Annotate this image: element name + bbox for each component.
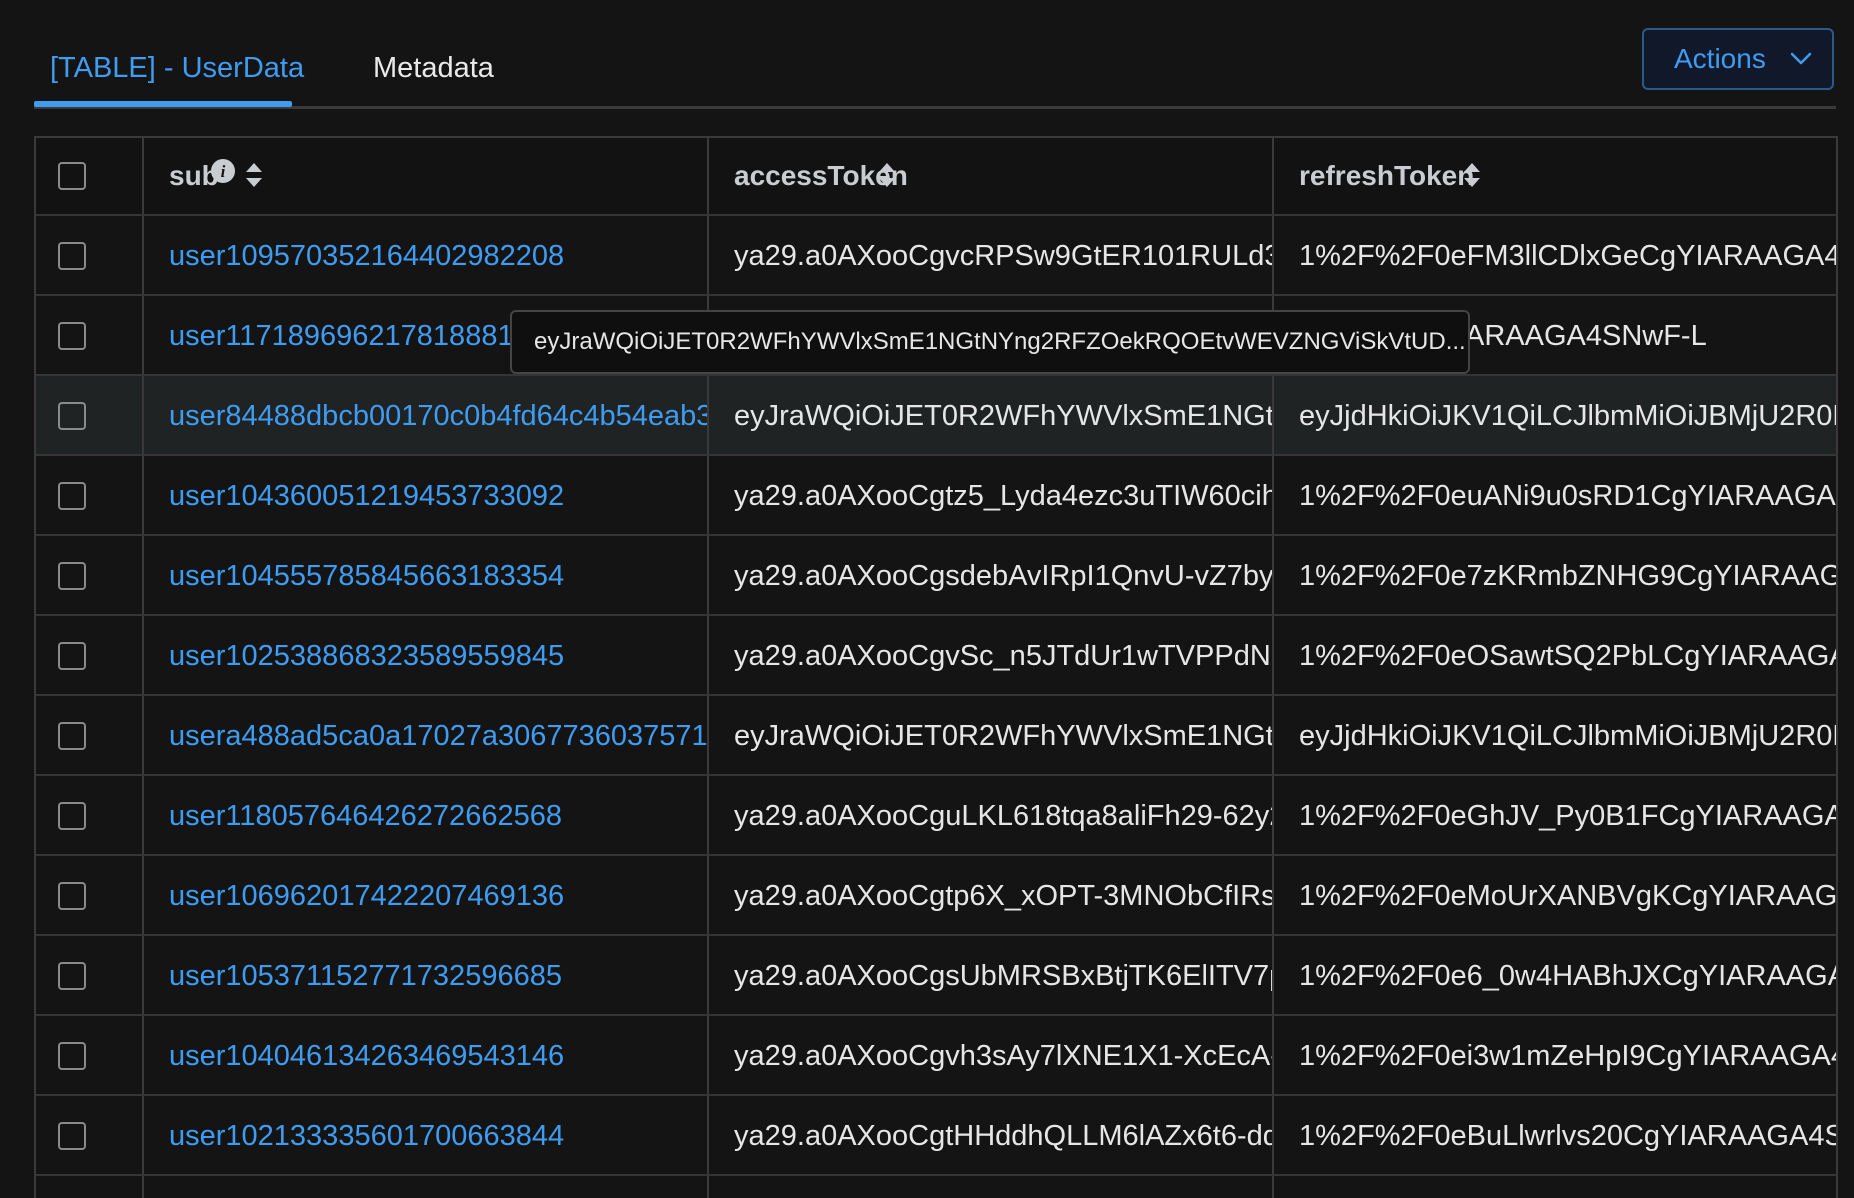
table-row[interactable]: user104555785845663183354 ya29.a0AXooCgsd… <box>36 536 1838 616</box>
sub-link[interactable]: user104046134263469543146 <box>169 1037 564 1075</box>
tab-metadata[interactable]: Metadata <box>373 48 494 88</box>
sub-link[interactable]: user109570352164402982208 <box>169 237 564 275</box>
access-token-value: ya29.a0AXooCgsdebAvIRpI1QnvU-vZ7bye <box>734 560 1274 592</box>
row-checkbox[interactable] <box>58 802 86 830</box>
row-checkbox[interactable] <box>58 482 86 510</box>
refresh-token-value: 1%2F%2F0ei3w1mZeHpI9CgYIARAAGA4S <box>1299 1040 1838 1072</box>
table-row[interactable]: user109570352164402982208 ya29.a0AXooCgvc… <box>36 216 1838 296</box>
sub-link[interactable]: user104360051219453733092 <box>169 477 564 515</box>
table-row[interactable]: user106962017422207469136 ya29.a0AXooCgtp… <box>36 856 1838 936</box>
refresh-token-value: eyJjdHkiOiJKV1QiLCJlbmMiOiJBMjU2R0NI <box>1299 720 1838 752</box>
sort-icon[interactable] <box>1462 160 1482 190</box>
sub-link[interactable]: user84488dbcb00170c0b4fd64c4b54eab3 <box>169 397 707 435</box>
sub-link[interactable]: user102133335601700663844 <box>169 1117 564 1155</box>
actions-label: Actions <box>1674 43 1766 74</box>
tooltip-text: eyJraWQiOiJET0R2WFhYWVlxSmE1NGtNYng2RFZO… <box>534 328 1466 355</box>
row-checkbox[interactable] <box>58 882 86 910</box>
row-checkbox[interactable] <box>58 1122 86 1150</box>
access-token-value: ya29.a0AXooCgvSc_n5JTdUr1wTVPPdNLq <box>734 640 1274 672</box>
column-header-sub[interactable]: sub i <box>144 138 709 214</box>
access-token-value: ya29.a0AXooCgsUbMRSBxBtjTK6ElITV7p2 <box>734 960 1274 992</box>
sub-link[interactable]: user102538868323589559845 <box>169 637 564 675</box>
sort-icon[interactable] <box>877 160 897 190</box>
tabs-bar: [TABLE] - UserData Metadata <box>34 0 1836 109</box>
access-token-value: ya29.a0AXooCgtHHddhQLLM6lAZx6t6-dd <box>734 1120 1274 1152</box>
refresh-token-value: 1%2F%2F0e6_0w4HABhJXCgYIARAAGA4 <box>1299 960 1838 992</box>
access-token-value: ya29.a0AXooCgvcRPSw9GtER101RULd3t3 <box>734 240 1274 272</box>
table-row[interactable]: user105371152771732596685 ya29.a0AXooCgsU… <box>36 936 1838 1016</box>
table-row[interactable]: user118057646426272662568 ya29.a0AXooCguL… <box>36 776 1838 856</box>
column-label-refreshtoken: refreshToken <box>1299 160 1475 191</box>
access-token-value: eyJraWQiOiJET0R2WFhYWVlxSmE1NGtNY <box>734 400 1274 432</box>
row-checkbox[interactable] <box>58 562 86 590</box>
sub-link[interactable]: user105371152771732596685 <box>169 957 562 995</box>
access-token-value: eyJraWQiOiJET0R2WFhYWVlxSmE1NGtNY <box>734 720 1274 752</box>
actions-dropdown-button[interactable]: Actions <box>1642 28 1834 90</box>
row-checkbox[interactable] <box>58 242 86 270</box>
table-row[interactable]: usera488ad5ca0a17027a3067736037571 eyJraW… <box>36 696 1838 776</box>
sub-link[interactable]: user106962017422207469136 <box>169 877 564 915</box>
refresh-token-value: 1%2F%2F0eFM3llCDlxGeCgYIARAAGA4SN <box>1299 240 1838 272</box>
tab-userdata-table[interactable]: [TABLE] - UserData <box>50 48 304 88</box>
table-row[interactable]: user104046134263469543146 ya29.a0AXooCgvh… <box>36 1016 1838 1096</box>
cell-value-tooltip: eyJraWQiOiJET0R2WFhYWVlxSmE1NGtNYng2RFZO… <box>510 310 1470 374</box>
refresh-token-value: 1%2F%2F0e7zKRmbZNHG9CgYIARAAGA4 <box>1299 560 1838 592</box>
refresh-token-value: 1%2F%2F0eOSawtSQ2PbLCgYIARAAGA4 <box>1299 640 1838 672</box>
sort-icon[interactable] <box>244 160 264 190</box>
dynamodb-table-view: [TABLE] - UserData Metadata Actions sub … <box>0 0 1854 1198</box>
row-checkbox[interactable] <box>58 642 86 670</box>
sub-link[interactable]: usera488ad5ca0a17027a3067736037571 <box>169 717 707 755</box>
table-row[interactable]: user104360051219453733092 ya29.a0AXooCgtz… <box>36 456 1838 536</box>
access-token-value: ya29.a0AXooCgtp6X_xOPT-3MNObCfIRsV- <box>734 880 1274 912</box>
active-tab-indicator <box>34 101 292 107</box>
items-table: sub i accessToken refreshToken user10957… <box>34 136 1838 1198</box>
sub-link[interactable]: user118057646426272662568 <box>169 797 562 835</box>
row-checkbox[interactable] <box>58 962 86 990</box>
row-checkbox[interactable] <box>58 722 86 750</box>
refresh-token-value: 1%2F%2F0euANi9u0sRD1CgYIARAAGA4S <box>1299 480 1838 512</box>
access-token-value: ya29.a0AXooCgtz5_Lyda4ezc3uTIW60cihg <box>734 480 1274 512</box>
column-header-refreshtoken[interactable]: refreshToken <box>1274 138 1838 214</box>
row-checkbox[interactable] <box>58 1042 86 1070</box>
refresh-token-value: eyJjdHkiOiJKV1QiLCJlbmMiOiJBMjU2R0NI <box>1299 400 1838 432</box>
row-checkbox[interactable] <box>58 402 86 430</box>
column-header-accesstoken[interactable]: accessToken <box>709 138 1274 214</box>
row-checkbox[interactable] <box>58 322 86 350</box>
table-header-row: sub i accessToken refreshToken <box>36 138 1838 216</box>
svg-text:i: i <box>221 162 226 181</box>
info-icon[interactable]: i <box>210 158 236 184</box>
access-token-value: ya29.a0AXooCguLKL618tqa8aliFh29-62y2 <box>734 800 1274 832</box>
table-row-partial <box>36 1176 1838 1198</box>
chevron-down-icon <box>1790 52 1812 65</box>
access-token-value: ya29.a0AXooCgvh3sAy7lXNE1X1-XcEcA-_8 <box>734 1040 1274 1072</box>
table-row[interactable]: user102538868323589559845 ya29.a0AXooCgvS… <box>36 616 1838 696</box>
table-row[interactable]: user84488dbcb00170c0b4fd64c4b54eab3 eyJra… <box>36 376 1838 456</box>
refresh-token-value: 1%2F%2F0eBuLlwrlvs20CgYIARAAGA4SN <box>1299 1120 1838 1152</box>
refresh-token-value: 1%2F%2F0eGhJV_Py0B1FCgYIARAAGA4S <box>1299 800 1838 832</box>
table-row[interactable]: user102133335601700663844 ya29.a0AXooCgtH… <box>36 1096 1838 1176</box>
sub-link[interactable]: user104555785845663183354 <box>169 557 564 595</box>
refresh-token-value: 1%2F%2F0eMoUrXANBVgKCgYIARAAGA4 <box>1299 880 1838 912</box>
select-all-checkbox[interactable] <box>58 162 86 190</box>
sub-link[interactable]: user117189696217818881 <box>169 317 514 355</box>
